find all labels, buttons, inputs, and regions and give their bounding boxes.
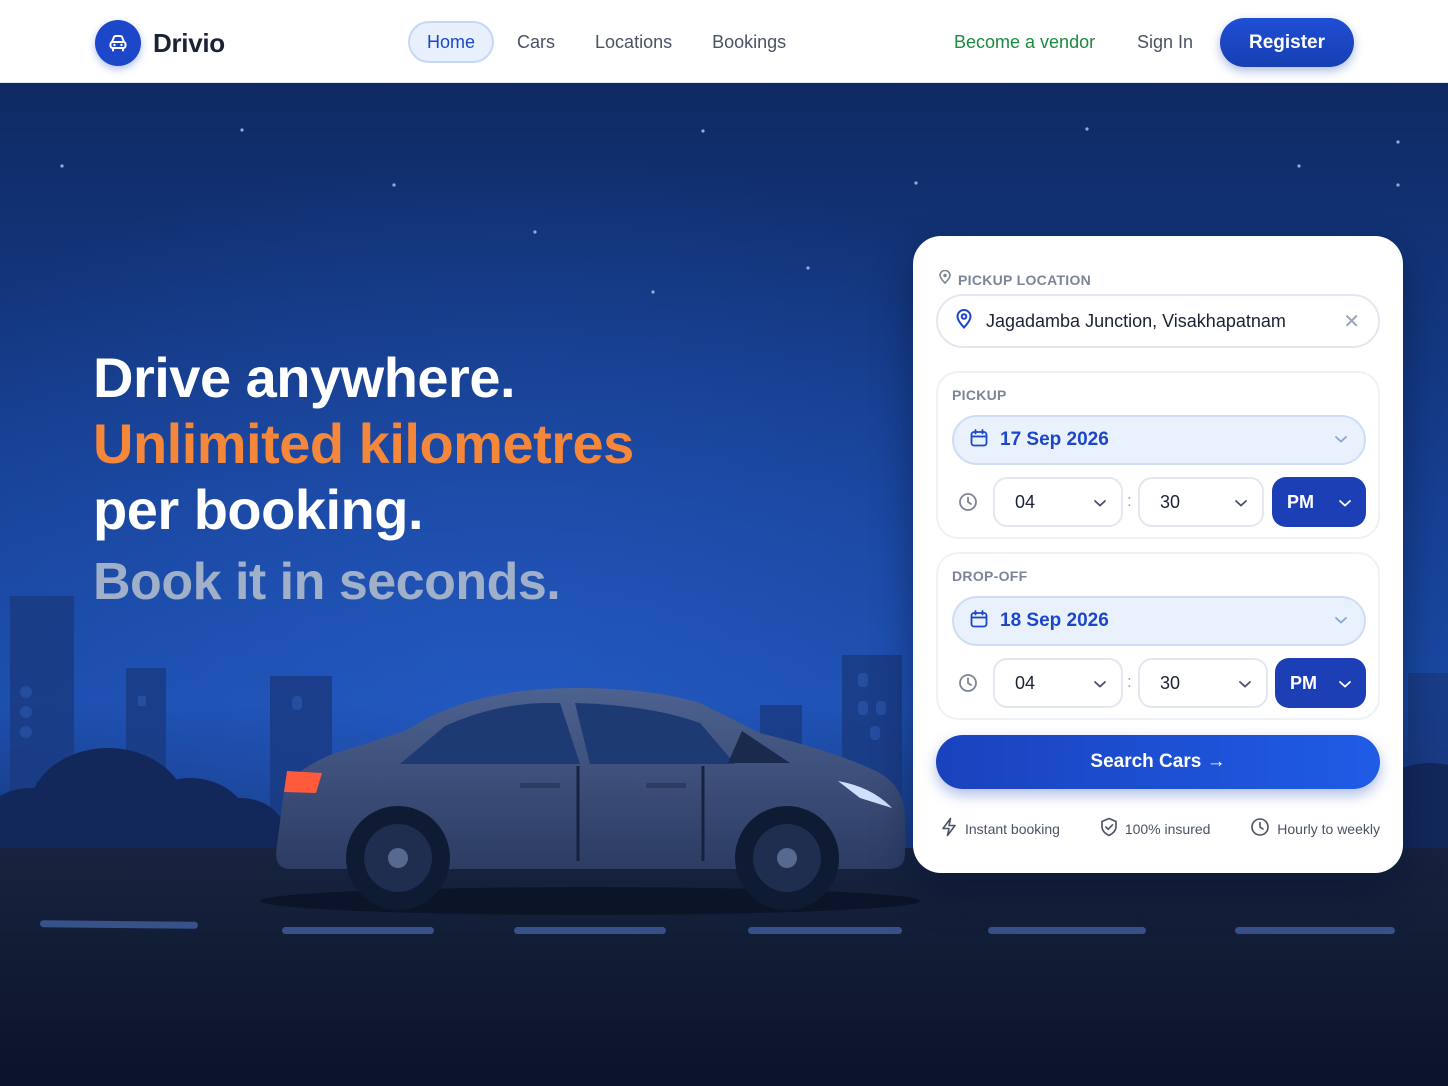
- feature-instant-booking: Instant booking: [940, 817, 1060, 840]
- pickup-location-value: Jagadamba Junction, Visakhapatnam: [986, 310, 1286, 331]
- chevron-down-icon: [1093, 673, 1107, 694]
- dropoff-ampm-select[interactable]: PM: [1275, 658, 1366, 708]
- feature-insured: 100% insured: [1100, 817, 1211, 840]
- dropoff-ampm-value: PM: [1290, 672, 1317, 693]
- dropoff-hour-select[interactable]: 04: [993, 658, 1123, 708]
- pickup-group: PICKUP 17 Sep 2026 04 : 30 PM: [936, 371, 1380, 539]
- pickup-location-input[interactable]: Jagadamba Junction, Visakhapatnam ✕: [936, 294, 1380, 348]
- map-pin-icon: [956, 308, 972, 334]
- pickup-hour-value: 04: [1015, 491, 1036, 512]
- chevron-down-icon: [1338, 673, 1352, 694]
- pickup-minute-value: 30: [1160, 491, 1181, 512]
- nav-link-locations[interactable]: Locations: [578, 21, 689, 63]
- time-separator: :: [1127, 491, 1132, 510]
- feature-label: Instant booking: [965, 820, 1060, 837]
- clock-icon: [958, 673, 978, 698]
- dropoff-minute-value: 30: [1160, 672, 1181, 693]
- dropoff-date-select[interactable]: 18 Sep 2026: [952, 596, 1366, 646]
- dropoff-group: DROP-OFF 18 Sep 2026 04 : 30 PM: [936, 552, 1380, 720]
- time-separator: :: [1127, 672, 1132, 691]
- brand-name: Drivio: [153, 27, 225, 58]
- main-nav: Home Cars Locations Bookings: [408, 21, 803, 63]
- pickup-time-row: 04 : 30 PM: [952, 477, 1366, 527]
- pickup-ampm-select[interactable]: PM: [1272, 477, 1366, 527]
- nav-link-cars[interactable]: Cars: [500, 21, 572, 63]
- pickup-date-value: 17 Sep 2026: [1000, 429, 1109, 450]
- register-button[interactable]: Register: [1220, 18, 1354, 67]
- headline-line-3: per booking.: [93, 478, 423, 541]
- chevron-down-icon: [1234, 492, 1248, 513]
- search-card: PICKUP LOCATION Jagadamba Junction, Visa…: [913, 236, 1403, 873]
- search-cars-button[interactable]: Search Cars →: [936, 735, 1380, 789]
- shield-check-icon: [1100, 817, 1118, 840]
- pickup-ampm-value: PM: [1287, 491, 1314, 512]
- hero-headline: Drive anywhere. Unlimited kilometres per…: [93, 345, 634, 615]
- pickup-date-select[interactable]: 17 Sep 2026: [952, 415, 1366, 465]
- headline-tagline: Book it in seconds.: [93, 553, 561, 611]
- pickup-minute-select[interactable]: 30: [1138, 477, 1264, 527]
- feature-list: Instant booking 100% insured Hourly to w…: [940, 817, 1380, 840]
- car-icon: [95, 20, 141, 66]
- top-navbar: Drivio Home Cars Locations Bookings Beco…: [0, 0, 1448, 83]
- feature-label: Hourly to weekly: [1277, 820, 1380, 837]
- dropoff-hour-value: 04: [1015, 672, 1036, 693]
- lightning-icon: [940, 817, 958, 840]
- chevron-down-icon: [1334, 612, 1348, 630]
- dropoff-time-row: 04 : 30 PM: [952, 658, 1366, 708]
- feature-hourly-weekly: Hourly to weekly: [1250, 817, 1380, 840]
- pickup-location-label-row: PICKUP LOCATION: [939, 269, 1092, 289]
- sign-in-link[interactable]: Sign In: [1137, 32, 1193, 53]
- dropoff-label: DROP-OFF: [952, 568, 1028, 584]
- chevron-down-icon: [1238, 673, 1252, 694]
- clock-icon: [1250, 817, 1270, 840]
- map-pin-icon: [939, 269, 951, 289]
- dropoff-minute-select[interactable]: 30: [1138, 658, 1268, 708]
- dropoff-date-value: 18 Sep 2026: [1000, 610, 1109, 631]
- calendar-icon: [970, 609, 988, 633]
- clock-icon: [958, 492, 978, 517]
- close-icon[interactable]: ✕: [1343, 309, 1360, 334]
- headline-line-1: Drive anywhere.: [93, 346, 516, 409]
- chevron-down-icon: [1093, 492, 1107, 513]
- brand-logo[interactable]: Drivio: [95, 20, 225, 66]
- pickup-label: PICKUP: [952, 387, 1007, 403]
- nav-link-home[interactable]: Home: [408, 21, 495, 63]
- pickup-location-label: PICKUP LOCATION: [958, 271, 1092, 288]
- feature-label: 100% insured: [1124, 820, 1211, 837]
- pickup-hour-select[interactable]: 04: [993, 477, 1123, 527]
- become-vendor-link[interactable]: Become a vendor: [954, 32, 1095, 53]
- calendar-icon: [970, 428, 988, 452]
- chevron-down-icon: [1338, 492, 1352, 513]
- chevron-down-icon: [1334, 431, 1348, 449]
- nav-link-bookings[interactable]: Bookings: [695, 21, 803, 63]
- headline-line-2: Unlimited kilometres: [93, 412, 634, 475]
